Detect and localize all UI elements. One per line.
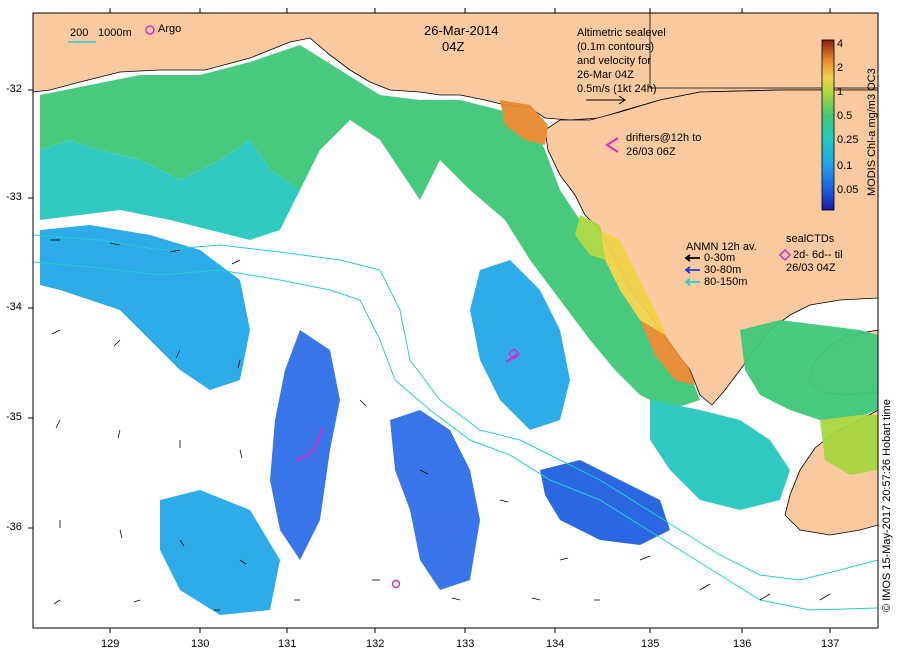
credit-text: © IMOS 15-May-2017 20:57:26 Hobart time (881, 399, 893, 612)
anmn-item-2: 80-150m (704, 276, 748, 288)
colorbar-tick: 0.1 (837, 160, 853, 172)
altimetry-line-5: 0.5m/s (1kt 24h) (577, 83, 657, 95)
lon-tick: 136 (733, 638, 752, 650)
lon-tick: 137 (821, 638, 840, 650)
ocean-color-map (28, 8, 879, 633)
map-time: 04Z (442, 39, 465, 54)
lon-tick: 134 (546, 638, 565, 650)
seal-ctd-line-2: 26/03 04Z (786, 262, 836, 274)
lat-tick: -36 (6, 521, 22, 533)
colorbar-tick: 1 (837, 86, 844, 98)
lon-tick: 133 (456, 638, 475, 650)
drifters-line-1: drifters@12h to (626, 132, 702, 144)
colorbar-tick: 0.5 (837, 110, 853, 122)
colorbar-tick: 0.25 (837, 134, 859, 146)
altimetry-line-1: Altimetric sealevel (577, 27, 666, 39)
altimetry-line-4: 26-Mar 04Z (577, 69, 634, 81)
argo-label: Argo (158, 23, 182, 35)
scale-bar-1000: 1000m (98, 27, 132, 39)
colorbar-tick: 2 (837, 62, 844, 74)
lon-tick: 132 (366, 638, 385, 650)
seal-ctd-title: sealCTDs (786, 233, 835, 245)
lat-tick: -33 (6, 191, 22, 203)
seal-ctd-line-1: 2d- 6d-- til (793, 249, 843, 261)
map-date: 26-Mar-2014 (424, 23, 499, 38)
colorbar-tick: 4 (837, 38, 844, 50)
argo-float (391, 579, 401, 589)
colorbar-tick: 0.05 (837, 184, 859, 196)
scale-bar-200: 200 (70, 27, 89, 39)
colorbar (821, 39, 835, 211)
drifters-line-2: 26/03 06Z (626, 146, 676, 158)
altimetry-line-2: (0.1m contours) (577, 41, 655, 53)
lon-tick: 135 (641, 638, 660, 650)
lon-tick: 129 (101, 638, 120, 650)
lon-tick: 130 (191, 638, 210, 650)
altimetry-line-3: and velocity for (577, 55, 651, 67)
colorbar-label: MODIS Chl-a mg/m3 OC3 (866, 68, 878, 196)
lat-tick: -32 (6, 83, 22, 95)
lon-tick: 131 (278, 638, 297, 650)
lat-tick: -34 (6, 301, 22, 313)
lat-tick: -35 (6, 411, 22, 423)
